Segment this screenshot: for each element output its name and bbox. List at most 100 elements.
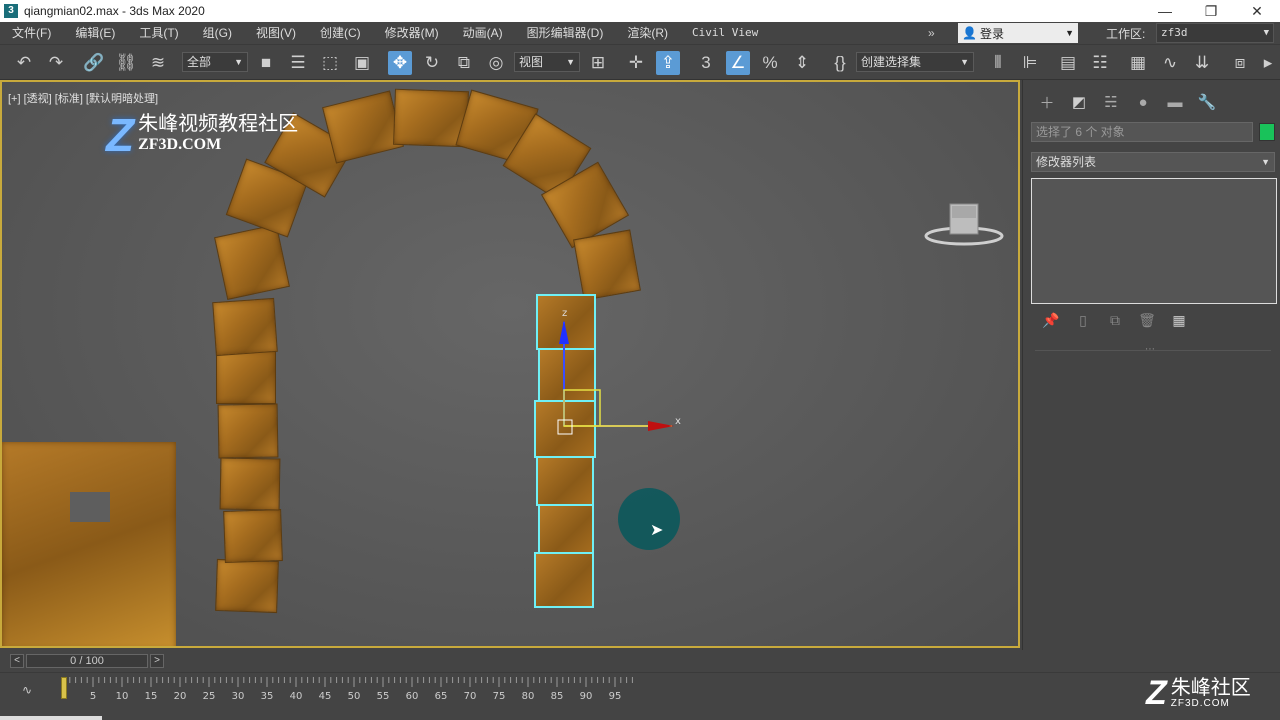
material-editor-icon[interactable]: ⧈ bbox=[1228, 51, 1252, 75]
select-object-icon[interactable]: ■ bbox=[254, 51, 278, 75]
select-manipulate-icon[interactable]: ✛ bbox=[624, 51, 648, 75]
menu-civil-view[interactable]: Civil View bbox=[680, 22, 770, 44]
make-unique-icon[interactable]: ⧉ bbox=[1099, 312, 1131, 329]
remove-modifier-icon[interactable]: 🗑 bbox=[1131, 312, 1163, 329]
place-icon[interactable]: ◎ bbox=[484, 51, 508, 75]
percent-snap-icon[interactable]: % bbox=[758, 51, 782, 75]
app-icon: 3 bbox=[4, 4, 18, 18]
current-frame-marker[interactable] bbox=[61, 677, 67, 699]
snap-toggle-icon[interactable]: 3 bbox=[694, 51, 718, 75]
menu-modifiers[interactable]: 修改器(M) bbox=[373, 22, 451, 44]
menu-graph-editors[interactable]: 图形编辑器(D) bbox=[515, 22, 616, 44]
selected-brick[interactable] bbox=[534, 552, 594, 608]
motion-tab-icon[interactable]: ● bbox=[1127, 92, 1159, 112]
brick[interactable] bbox=[217, 403, 279, 459]
restore-button[interactable]: ❐ bbox=[1188, 0, 1234, 22]
display-tab-icon[interactable]: ▬ bbox=[1159, 92, 1191, 112]
brick[interactable] bbox=[214, 224, 290, 300]
brick[interactable] bbox=[573, 229, 641, 301]
redo-icon[interactable]: ↷ bbox=[44, 51, 68, 75]
schematic-view-icon[interactable]: ⇊ bbox=[1190, 51, 1214, 75]
brick[interactable] bbox=[223, 509, 283, 563]
brick[interactable] bbox=[322, 90, 404, 164]
ruler-label: 45 bbox=[319, 691, 332, 702]
menu-tools[interactable]: 工具(T) bbox=[127, 22, 190, 44]
viewport-label[interactable]: [+] [透视] [标准] [默认明暗处理] bbox=[8, 90, 158, 106]
time-next-button[interactable]: > bbox=[150, 654, 164, 668]
configure-modifier-sets-icon[interactable]: ▦ bbox=[1163, 312, 1195, 329]
menu-more-icon[interactable]: » bbox=[922, 26, 941, 40]
watermark-en: ZF3D.COM bbox=[138, 136, 222, 153]
toggle-ribbon-icon[interactable]: ▦ bbox=[1126, 51, 1150, 75]
brick-wall[interactable] bbox=[2, 442, 176, 646]
curve-editor-mini-icon[interactable]: ∿ bbox=[22, 683, 32, 697]
time-slider[interactable]: 0 / 100 bbox=[26, 654, 148, 668]
brick[interactable] bbox=[219, 457, 281, 511]
menu-edit[interactable]: 编辑(E) bbox=[63, 22, 127, 44]
chevron-down-icon: ▼ bbox=[960, 57, 969, 67]
menu-file[interactable]: 文件(F) bbox=[0, 22, 63, 44]
scene-explorer-icon[interactable]: ▤ bbox=[1056, 51, 1080, 75]
object-color-swatch[interactable] bbox=[1259, 123, 1275, 141]
spinner-snap-icon[interactable]: ⇕ bbox=[790, 51, 814, 75]
viewcube[interactable] bbox=[922, 200, 1006, 248]
bind-spacewarp-icon[interactable]: ≋ bbox=[146, 51, 170, 75]
select-scale-icon[interactable]: ⧉ bbox=[452, 51, 476, 75]
pin-stack-icon[interactable]: 📌 bbox=[1035, 312, 1067, 329]
show-end-result-icon[interactable]: ▯ bbox=[1067, 312, 1099, 329]
ruler-label: 5 bbox=[90, 691, 96, 702]
selected-brick[interactable] bbox=[538, 504, 594, 556]
menu-group[interactable]: 组(G) bbox=[191, 22, 244, 44]
unlink-icon[interactable]: ⛓ bbox=[114, 51, 138, 75]
close-button[interactable]: ✕ bbox=[1234, 0, 1280, 22]
workspace-label: 工作区: bbox=[1106, 27, 1146, 41]
rect-selection-region-icon[interactable]: ⬚ bbox=[318, 51, 342, 75]
link-icon[interactable]: 🔗 bbox=[82, 51, 106, 75]
workspace-dropdown[interactable]: zf3d ▼ bbox=[1156, 23, 1274, 43]
move-gizmo[interactable]: x z bbox=[542, 302, 702, 442]
modify-tab-icon[interactable]: ◩ bbox=[1063, 92, 1095, 112]
window-crossing-icon[interactable]: ▣ bbox=[350, 51, 374, 75]
menu-animation[interactable]: 动画(A) bbox=[451, 22, 515, 44]
keyboard-shortcut-override-icon[interactable]: ⇪ bbox=[656, 51, 680, 75]
named-selection-dropdown[interactable]: 创建选择集 ▼ bbox=[856, 52, 974, 72]
menu-rendering[interactable]: 渲染(R) bbox=[615, 22, 680, 44]
selection-count-field[interactable]: 选择了 6 个 对象 bbox=[1031, 122, 1253, 142]
brick[interactable] bbox=[212, 297, 278, 357]
utilities-tab-icon[interactable]: 🔧 bbox=[1191, 92, 1223, 112]
login-label: 登录 bbox=[979, 26, 1004, 41]
modifier-stack[interactable] bbox=[1031, 178, 1277, 304]
modifier-list-dropdown[interactable]: 修改器列表 ▼ bbox=[1031, 152, 1275, 172]
layer-explorer-icon[interactable]: ☷ bbox=[1088, 51, 1112, 75]
menu-create[interactable]: 创建(C) bbox=[308, 22, 373, 44]
track-bar[interactable]: ∿ 05101520253035404550556065707580859095 bbox=[0, 672, 1280, 720]
brick[interactable] bbox=[215, 558, 279, 614]
ruler-label: 55 bbox=[377, 691, 390, 702]
login-dropdown[interactable]: 👤 登录 ▼ bbox=[958, 23, 1078, 43]
minimize-button[interactable]: — bbox=[1142, 0, 1188, 22]
edit-named-selection-icon[interactable]: {} bbox=[828, 51, 852, 75]
align-icon[interactable]: ⊫ bbox=[1018, 51, 1042, 75]
selection-filter-dropdown[interactable]: 全部 ▼ bbox=[182, 52, 248, 72]
reference-coord-dropdown[interactable]: 视图 ▼ bbox=[514, 52, 580, 72]
corner-logo-en: ZF3D.COM bbox=[1170, 698, 1230, 709]
frame-ruler[interactable]: 05101520253035404550556065707580859095 bbox=[62, 673, 1202, 707]
perspective-viewport[interactable]: [+] [透视] [标准] [默认明暗处理] Z 朱峰视频教程社区 ZF3D.C… bbox=[0, 80, 1020, 648]
angle-snap-icon[interactable]: ∠ bbox=[726, 51, 750, 75]
zf-corner-logo-icon: Z bbox=[1146, 674, 1167, 712]
render-setup-icon[interactable]: ▸ bbox=[1256, 51, 1280, 75]
menu-views[interactable]: 视图(V) bbox=[244, 22, 308, 44]
select-move-icon[interactable]: ✥ bbox=[388, 51, 412, 75]
brick[interactable] bbox=[216, 350, 276, 404]
time-prev-button[interactable]: < bbox=[10, 654, 24, 668]
ruler-label: 85 bbox=[551, 691, 564, 702]
select-by-name-icon[interactable]: ☰ bbox=[286, 51, 310, 75]
hierarchy-tab-icon[interactable]: ☵ bbox=[1095, 92, 1127, 112]
undo-icon[interactable]: ↶ bbox=[12, 51, 36, 75]
pivot-center-icon[interactable]: ⊞ bbox=[586, 51, 610, 75]
create-tab-icon[interactable]: ＋ bbox=[1031, 92, 1063, 112]
curve-editor-icon[interactable]: ∿ bbox=[1158, 51, 1182, 75]
select-rotate-icon[interactable]: ↻ bbox=[420, 51, 444, 75]
selected-brick[interactable] bbox=[536, 456, 594, 506]
mirror-icon[interactable]: ⫴ bbox=[986, 51, 1010, 75]
